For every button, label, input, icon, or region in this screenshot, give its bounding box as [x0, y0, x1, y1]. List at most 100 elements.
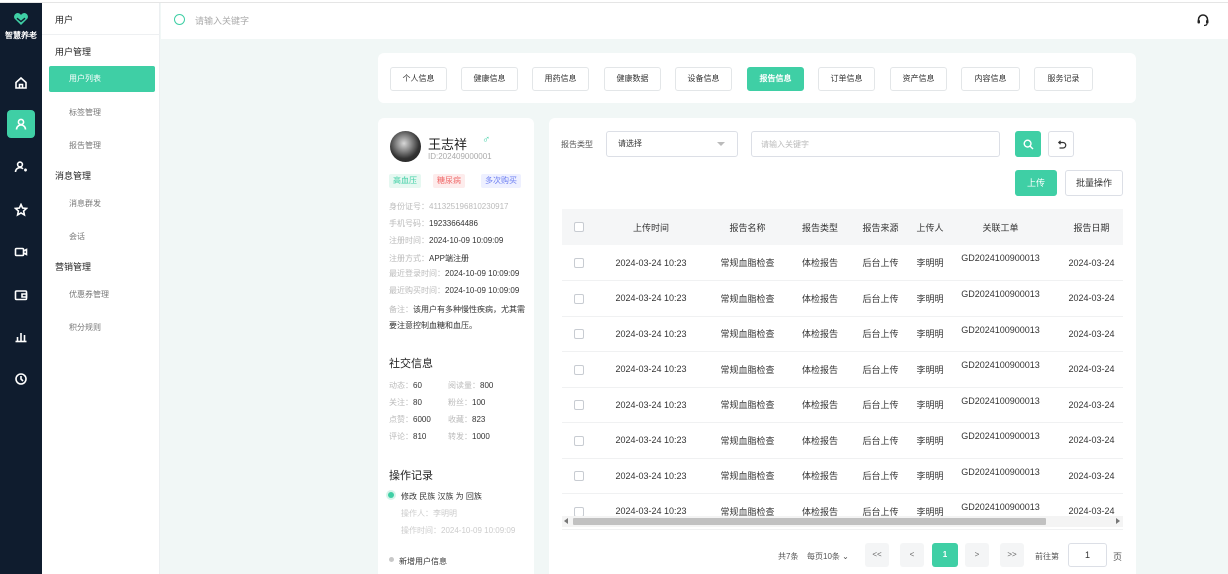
row-checkbox[interactable]	[574, 329, 584, 340]
column-report-date: 报告日期	[1051, 209, 1123, 245]
rail-wallet-button[interactable]	[7, 281, 35, 309]
row-checkbox[interactable]	[574, 400, 584, 411]
table-row[interactable]: 2024-03-24 10:23 常规血脂检查 体检报告 后台上传 李明明 GD20241…	[562, 458, 1123, 494]
tab-health-info[interactable]: 健康信息	[461, 67, 518, 91]
tab-content-info[interactable]: 内容信息	[961, 67, 1020, 91]
sidebar-item-report-management[interactable]: 报告管理	[69, 140, 101, 151]
chevron-down-icon	[717, 142, 725, 146]
row-checkbox-cell	[562, 458, 596, 494]
report-source-cell: 后台上传	[851, 245, 910, 281]
report-name-cell: 常规血脂检查	[706, 387, 789, 423]
tab-medication-info[interactable]: 用药信息	[532, 67, 589, 91]
uploader-cell: 李明明	[910, 316, 950, 352]
report-source-cell: 后台上传	[851, 316, 910, 352]
rail-star-button[interactable]	[7, 196, 35, 224]
scrollbar-thumb[interactable]	[573, 518, 1046, 525]
work-order-cell: GD2024100900013	[950, 351, 1051, 388]
sidebar-item-points-rules[interactable]: 积分规则	[69, 322, 101, 333]
star-icon	[14, 203, 28, 217]
upload-button[interactable]: 上传	[1015, 170, 1057, 196]
row-checkbox[interactable]	[574, 435, 584, 446]
uploader-cell: 李明明	[910, 458, 950, 494]
table-row[interactable]: 2024-03-24 10:23 常规血脂检查 体检报告 后台上传 李明明 GD20241…	[562, 316, 1123, 352]
column-report-type: 报告类型	[789, 209, 851, 245]
sidebar-item-conversation[interactable]: 会话	[69, 231, 85, 242]
table-row[interactable]: 2024-03-24 10:23 常规血脂检查 体检报告 后台上传 李明明 GD20241…	[562, 422, 1123, 459]
operation-action: 新增用户信息	[399, 557, 447, 566]
prev-page-button[interactable]: <	[900, 543, 924, 567]
table-body: 2024-03-24 10:23 常规血脂检查 体检报告 后台上传 李明明 GD20241…	[562, 245, 1123, 530]
user-detail-tabs: 个人信息 健康信息 用药信息 健康数据 设备信息 报告信息 订单信息 资产信息 …	[378, 53, 1136, 103]
search-button[interactable]	[1015, 131, 1041, 157]
row-checkbox-cell	[562, 387, 596, 423]
row-checkbox[interactable]	[574, 471, 584, 482]
video-icon	[14, 247, 28, 257]
male-icon: ♂	[482, 134, 491, 146]
table-row[interactable]: 2024-03-24 10:23 常规血脂检查 体检报告 后台上传 李明明 GD20241…	[562, 280, 1123, 317]
upload-time-cell: 2024-03-24 10:23	[596, 387, 706, 423]
row-checkbox[interactable]	[574, 364, 584, 375]
row-checkbox[interactable]	[574, 257, 584, 268]
sidebar-item-message-broadcast[interactable]: 消息群发	[69, 198, 101, 209]
sidebar-item-coupon-management[interactable]: 优惠券管理	[69, 289, 109, 300]
tab-health-data[interactable]: 健康数据	[604, 67, 661, 91]
horizontal-scrollbar[interactable]	[562, 516, 1123, 527]
global-search-input[interactable]	[195, 12, 495, 29]
stat-likes: 点赞：6000	[389, 415, 431, 424]
user-settings-icon	[14, 161, 27, 173]
stat-favorites: 收藏：823	[448, 415, 486, 424]
sidebar-item-tag-management[interactable]: 标签管理	[69, 107, 101, 118]
table-row[interactable]: 2024-03-24 10:23 常规血脂检查 体检报告 后台上传 李明明 GD20241…	[562, 351, 1123, 388]
batch-operation-button[interactable]: 批量操作	[1065, 170, 1123, 196]
report-source-cell: 后台上传	[851, 351, 910, 388]
tab-personal-info[interactable]: 个人信息	[390, 67, 447, 91]
heart-leaf-logo-icon	[14, 13, 28, 25]
tag-diabetes: 糖尿病	[433, 174, 465, 188]
rail-stats-button[interactable]	[7, 322, 35, 350]
work-order-cell: GD2024100900013	[950, 316, 1051, 352]
select-all-checkbox[interactable]	[574, 222, 584, 233]
timeline-dot	[388, 492, 394, 498]
operation-time: 操作时间：2024-10-09 10:09:09	[401, 526, 516, 535]
row-checkbox-cell	[562, 245, 596, 281]
column-report-name: 报告名称	[706, 209, 789, 245]
tab-device-info[interactable]: 设备信息	[675, 67, 732, 91]
scroll-left-arrow-icon[interactable]	[564, 518, 568, 524]
tab-service-records[interactable]: 服务记录	[1034, 67, 1093, 91]
headset-icon[interactable]	[1196, 13, 1210, 27]
scroll-right-arrow-icon[interactable]	[1116, 518, 1120, 524]
tab-asset-info[interactable]: 资产信息	[890, 67, 947, 91]
last-page-button[interactable]: >>	[1000, 543, 1024, 567]
report-type-select[interactable]: 请选择	[606, 131, 738, 157]
app-logo-text: 智慧养老	[5, 31, 37, 40]
sidebar-item-user-list[interactable]: 用户列表	[49, 66, 155, 92]
report-type-cell: 体检报告	[789, 351, 851, 388]
search-icon	[174, 14, 185, 25]
report-type-label: 报告类型	[561, 140, 593, 149]
table-row[interactable]: 2024-03-24 10:23 常规血脂检查 体检报告 后台上传 李明明 GD20241…	[562, 245, 1123, 281]
next-page-button[interactable]: >	[965, 543, 989, 567]
rail-video-button[interactable]	[7, 238, 35, 266]
rail-home-button[interactable]	[7, 69, 35, 97]
tab-report-info[interactable]: 报告信息	[747, 67, 804, 91]
upload-time-cell: 2024-03-24 10:23	[596, 422, 706, 459]
work-order-cell: GD2024100900013	[950, 458, 1051, 494]
report-name-cell: 常规血脂检查	[706, 422, 789, 459]
row-checkbox[interactable]	[574, 293, 584, 304]
uploader-cell: 李明明	[910, 387, 950, 423]
page-size-select[interactable]: 每页10条 ⌄	[807, 551, 849, 562]
table-row[interactable]: 2024-03-24 10:23 常规血脂检查 体检报告 后台上传 李明明 GD20241…	[562, 387, 1123, 423]
work-order-cell: GD2024100900013	[950, 245, 1051, 281]
first-page-button[interactable]: <<	[865, 543, 889, 567]
upload-time-cell: 2024-03-24 10:23	[596, 245, 706, 281]
reset-button[interactable]	[1048, 131, 1074, 157]
user-name: 王志祥	[428, 137, 468, 152]
report-keyword-input[interactable]	[751, 131, 1000, 157]
goto-page-input[interactable]	[1068, 543, 1107, 567]
page-1-button[interactable]: 1	[932, 543, 958, 567]
tab-order-info[interactable]: 订单信息	[818, 67, 875, 91]
rail-user-button[interactable]	[7, 110, 35, 138]
stat-followers: 粉丝：100	[448, 398, 486, 407]
rail-clock-button[interactable]	[7, 365, 35, 393]
rail-user-settings-button[interactable]	[7, 153, 35, 181]
